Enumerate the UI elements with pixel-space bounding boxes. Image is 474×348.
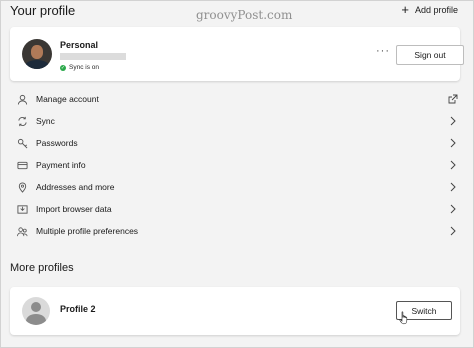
- menu-item-passwords[interactable]: Passwords: [10, 132, 460, 154]
- menu-item-sync[interactable]: Sync: [10, 110, 460, 132]
- more-actions-button[interactable]: ···: [376, 45, 390, 57]
- menu-item-manage-account[interactable]: Manage account: [10, 88, 460, 110]
- sync-status: ✓ Sync is on: [60, 64, 99, 71]
- sync-status-label: Sync is on: [69, 64, 99, 71]
- chevron-right-icon: [450, 204, 456, 214]
- external-link-icon: [448, 94, 458, 104]
- more-profiles-title: More profiles: [10, 262, 74, 274]
- menu-item-label: Manage account: [36, 94, 99, 104]
- default-avatar-icon: [22, 297, 50, 325]
- plus-icon: +: [401, 2, 409, 17]
- menu-item-label: Addresses and more: [36, 182, 115, 192]
- avatar: [22, 39, 52, 69]
- profile-email-redacted: [60, 53, 126, 60]
- chevron-right-icon: [450, 226, 456, 236]
- menu-item-import-browser-data[interactable]: Import browser data: [10, 198, 460, 220]
- hand-cursor-icon: [399, 311, 408, 325]
- credit-card-icon: [16, 159, 28, 171]
- profile-name: Personal: [60, 40, 99, 50]
- watermark: groovyPost.com: [196, 8, 293, 22]
- location-pin-icon: [16, 181, 28, 193]
- key-icon: [16, 137, 28, 149]
- chevron-right-icon: [450, 116, 456, 126]
- person-icon: [16, 93, 28, 105]
- menu-item-label: Multiple profile preferences: [36, 226, 139, 236]
- profile-name: Profile 2: [60, 304, 96, 314]
- people-icon: [16, 225, 28, 237]
- menu-item-multiple-profile-preferences[interactable]: Multiple profile preferences: [10, 220, 460, 242]
- check-icon: ✓: [60, 64, 66, 71]
- import-icon: [16, 203, 28, 215]
- sign-out-button[interactable]: Sign out: [396, 45, 464, 65]
- add-profile-label: Add profile: [414, 4, 458, 15]
- menu-item-label: Passwords: [36, 138, 78, 148]
- sync-icon: [16, 115, 28, 127]
- chevron-right-icon: [450, 138, 456, 148]
- chevron-right-icon: [450, 160, 456, 170]
- menu-item-label: Import browser data: [36, 204, 112, 214]
- menu-item-label: Payment info: [36, 160, 86, 170]
- page-title: Your profile: [10, 3, 76, 18]
- menu-item-addresses[interactable]: Addresses and more: [10, 176, 460, 198]
- profile-settings-list: Manage account Sync Passwords Payment in…: [10, 88, 460, 242]
- add-profile-button[interactable]: + Add profile: [401, 3, 458, 16]
- menu-item-label: Sync: [36, 116, 55, 126]
- chevron-right-icon: [450, 182, 456, 192]
- current-profile-card: Personal ✓ Sync is on ··· Sign out: [10, 27, 464, 81]
- profile-2-card: Profile 2 Switch: [10, 287, 460, 335]
- menu-item-payment-info[interactable]: Payment info: [10, 154, 460, 176]
